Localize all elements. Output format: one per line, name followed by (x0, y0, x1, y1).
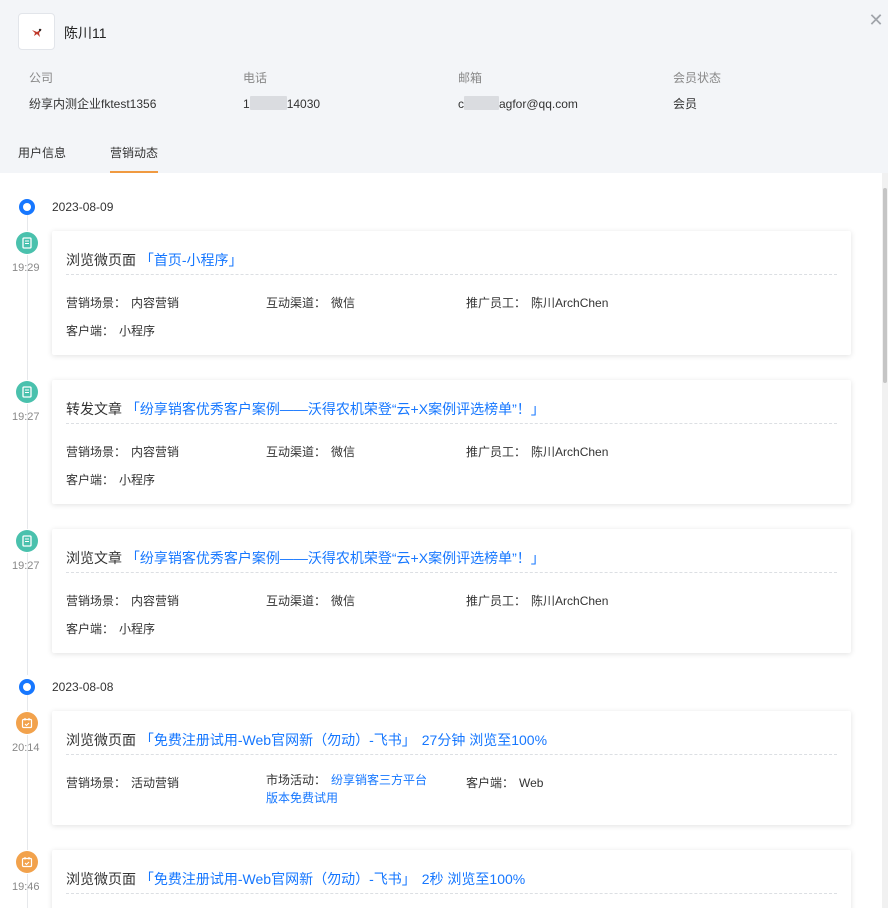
calendar-check-icon (15, 711, 39, 735)
tab-marketing-activity[interactable]: 营销动态 (110, 133, 159, 173)
timeline-line (27, 215, 28, 675)
company-label: 公司 (29, 71, 54, 85)
document-icon (15, 529, 39, 553)
avatar (18, 13, 55, 50)
field-scene: 营销场景： 内容营销 (66, 594, 180, 608)
bird-logo-icon (31, 28, 42, 37)
redaction-mask (464, 96, 499, 110)
event-action: 浏览微页面 (66, 252, 136, 268)
tab-bar: 用户信息 营销动态 (0, 133, 888, 173)
divider (66, 572, 837, 573)
date-group-header: 2023-08-09 (0, 197, 300, 217)
user-name: 陈川11 (64, 25, 107, 41)
tab-user-info[interactable]: 用户信息 (18, 133, 66, 173)
field-client: 客户端： 小程序 (66, 324, 156, 338)
event-action: 转发文章 (66, 401, 122, 417)
event-link[interactable]: 「首页-小程序」 (140, 252, 243, 268)
event-time: 19:27 (12, 560, 40, 572)
divider (66, 754, 837, 755)
field-promoter: 推广员工： 陈川ArchChen (466, 594, 609, 608)
event-time: 19:27 (12, 411, 40, 423)
email-value: c agfor@qq.com (458, 96, 578, 112)
event-time: 19:29 (12, 262, 40, 274)
phone-value: 1 14030 (243, 96, 320, 112)
date-dot-icon (19, 679, 35, 695)
document-icon (15, 231, 39, 255)
field-campaign: 市场活动： 纷享销客三方平台 版本免费试用 (266, 773, 428, 807)
redaction-mask (249, 96, 287, 110)
field-scene: 营销场景： 活动营销 (66, 776, 180, 790)
timeline-panel: 2023-08-09 19:29 浏览微页面 「首页-小程序」 营销场景： 内容营… (0, 173, 882, 908)
document-icon (15, 380, 39, 404)
event-title: 浏览微页面 「免费注册试用-Web官网新（勿动）-飞书」 2秒 浏览至100% (66, 869, 525, 889)
event-card: 浏览微页面 「首页-小程序」 营销场景： 内容营销 互动渠道： 微信 推广员工： 陈川… (52, 231, 851, 355)
event-title: 浏览微页面 「首页-小程序」 (66, 250, 243, 270)
date-group-header: 2023-08-08 (0, 677, 300, 697)
divider (66, 893, 837, 894)
event-card: 浏览文章 「纷享销客优秀客户案例——沃得农机荣登“云+X案例评选榜单”！」 营销… (52, 529, 851, 653)
event-link[interactable]: 「免费注册试用-Web官网新（勿动）-飞书」 (140, 732, 416, 748)
field-client: 客户端： 小程序 (66, 473, 156, 487)
event-action: 浏览文章 (66, 550, 122, 566)
divider (66, 274, 837, 275)
field-scene: 营销场景： 内容营销 (66, 445, 180, 459)
event-title: 转发文章 「纷享销客优秀客户案例——沃得农机荣登“云+X案例评选榜单”！」 (66, 399, 545, 419)
event-card: 转发文章 「纷享销客优秀客户案例——沃得农机荣登“云+X案例评选榜单”！」 营销… (52, 380, 851, 504)
phone-prefix: 1 (243, 97, 250, 111)
info-phone: 电话 1 14030 (243, 70, 320, 112)
email-label: 邮箱 (458, 71, 483, 85)
field-client: 客户端： 小程序 (66, 622, 156, 636)
info-member-status: 会员状态 会员 (673, 70, 721, 112)
event-title: 浏览文章 「纷享销客优秀客户案例——沃得农机荣登“云+X案例评选榜单”！」 (66, 548, 545, 568)
phone-label: 电话 (243, 71, 268, 85)
campaign-link-cont[interactable]: 版本免费试用 (266, 789, 427, 807)
date-label: 2023-08-09 (52, 200, 114, 214)
divider (66, 423, 837, 424)
field-client: 客户端： Web (466, 776, 544, 790)
info-email: 邮箱 c agfor@qq.com (458, 70, 578, 112)
event-link[interactable]: 「纷享销客优秀客户案例——沃得农机荣登“云+X案例评选榜单”！」 (126, 550, 545, 566)
calendar-check-icon (15, 850, 39, 874)
date-label: 2023-08-08 (52, 680, 114, 694)
event-link[interactable]: 「免费注册试用-Web官网新（勿动）-飞书」 (140, 871, 416, 887)
event-action: 浏览微页面 (66, 732, 136, 748)
event-time: 19:46 (12, 881, 40, 893)
event-card: 浏览微页面 「免费注册试用-Web官网新（勿动）-飞书」 2秒 浏览至100% (52, 850, 851, 908)
event-duration: 2秒 浏览至100% (421, 871, 526, 887)
scrollbar-thumb[interactable] (883, 188, 887, 383)
field-scene: 营销场景： 内容营销 (66, 296, 180, 310)
close-icon[interactable]: ✕ (867, 11, 885, 29)
date-dot-icon (19, 199, 35, 215)
event-time: 20:14 (12, 742, 40, 754)
field-channel: 互动渠道： 微信 (266, 594, 356, 608)
field-channel: 互动渠道： 微信 (266, 445, 356, 459)
member-status-value: 会员 (673, 97, 698, 111)
field-promoter: 推广员工： 陈川ArchChen (466, 445, 609, 459)
event-title: 浏览微页面 「免费注册试用-Web官网新（勿动）-飞书」 27分钟 浏览至100% (66, 730, 547, 750)
event-card: 浏览微页面 「免费注册试用-Web官网新（勿动）-飞书」 27分钟 浏览至100%… (52, 711, 851, 825)
event-action: 浏览微页面 (66, 871, 136, 887)
info-company: 公司 纷享内测企业fktest1356 (29, 70, 156, 112)
email-suffix: agfor@qq.com (499, 97, 578, 111)
event-link[interactable]: 「纷享销客优秀客户案例——沃得农机荣登“云+X案例评选榜单”！」 (126, 401, 545, 417)
company-value: 纷享内测企业fktest1356 (29, 97, 157, 111)
event-duration: 27分钟 浏览至100% (421, 732, 548, 748)
campaign-link[interactable]: 纷享销客三方平台 (331, 773, 427, 787)
customer-header: 陈川11 ✕ 公司 纷享内测企业fktest1356 电话 1 14030 邮箱 … (0, 0, 888, 133)
phone-suffix: 14030 (286, 97, 321, 111)
field-channel: 互动渠道： 微信 (266, 296, 356, 310)
member-status-label: 会员状态 (673, 71, 722, 85)
field-promoter: 推广员工： 陈川ArchChen (466, 296, 609, 310)
